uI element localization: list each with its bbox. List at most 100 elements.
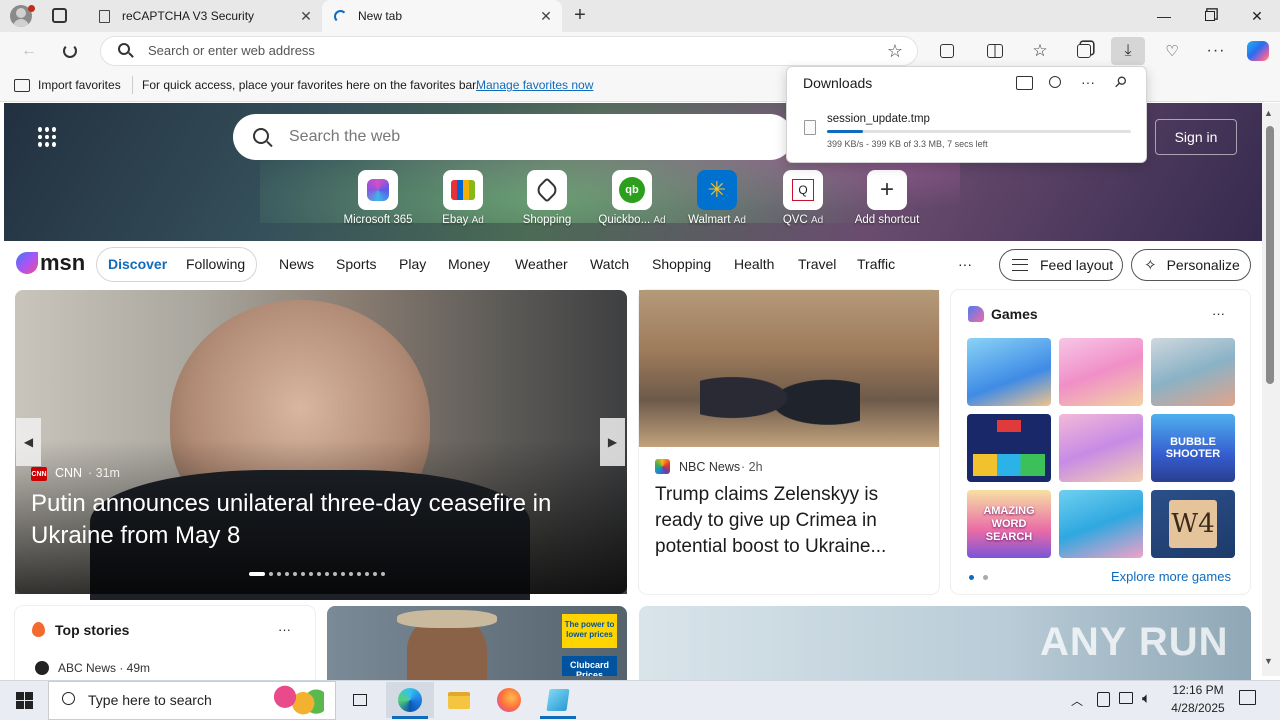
volume-icon[interactable]: 🔈︎ xyxy=(1142,690,1151,707)
apps-launcher-icon[interactable] xyxy=(38,127,58,147)
top-stories-title: Top stories xyxy=(55,622,130,638)
address-input[interactable]: Search or enter web address xyxy=(148,43,315,58)
nav-play[interactable]: Play xyxy=(399,256,426,272)
extensions-icon[interactable] xyxy=(932,38,962,64)
open-folder-icon[interactable] xyxy=(1016,76,1033,90)
downloads-icon[interactable]: ⤓ xyxy=(1111,37,1145,65)
downloads-more-icon[interactable]: ··· xyxy=(1081,74,1095,90)
taskbar-search-input[interactable]: Type here to search xyxy=(88,692,212,708)
nav-watch[interactable]: Watch xyxy=(590,256,629,272)
sign-in-button[interactable]: Sign in xyxy=(1155,119,1237,155)
manage-favorites-link[interactable]: Manage favorites now xyxy=(476,78,593,92)
new-tab-button[interactable]: + xyxy=(568,4,592,28)
nav-more-icon[interactable]: ··· xyxy=(958,256,972,272)
nav-traffic[interactable]: Traffic xyxy=(857,256,895,272)
tab-discover[interactable]: Discover xyxy=(108,256,167,272)
active-app-indicator xyxy=(392,716,428,719)
walmart-icon: ✳ xyxy=(697,170,737,210)
game-tile[interactable] xyxy=(1059,338,1143,406)
firefox-icon[interactable] xyxy=(485,682,533,718)
top-story-source: ABC News · 49m xyxy=(58,661,151,675)
games-more-icon[interactable]: ··· xyxy=(1212,306,1225,321)
nbc-logo-icon xyxy=(655,459,670,474)
network-device-icon[interactable] xyxy=(1097,692,1110,707)
top-stories-more-icon[interactable]: ··· xyxy=(278,622,291,637)
game-tile[interactable] xyxy=(967,338,1051,406)
quickbooks-icon: qb xyxy=(612,170,652,210)
shortcut-walmart[interactable]: ✳ Walmart Ad xyxy=(677,170,757,226)
nav-travel[interactable]: Travel xyxy=(798,256,836,272)
game-tile[interactable] xyxy=(1059,490,1143,558)
nav-money[interactable]: Money xyxy=(448,256,490,272)
main-story-headline[interactable]: Putin announces unilateral three-day cea… xyxy=(31,488,611,552)
notepad-app-icon[interactable] xyxy=(534,682,582,718)
web-search-input[interactable]: Search the web xyxy=(289,128,400,146)
close-tab-icon[interactable]: ✕ xyxy=(538,8,554,24)
game-tile[interactable] xyxy=(1059,414,1143,482)
nav-health[interactable]: Health xyxy=(734,256,774,272)
shortcut-label: Walmart xyxy=(688,214,731,226)
feed-layout-button[interactable]: Feed layout xyxy=(999,249,1123,281)
nav-shopping[interactable]: Shopping xyxy=(652,256,711,272)
tab-actions-icon[interactable] xyxy=(52,8,67,23)
start-button[interactable] xyxy=(0,681,48,720)
download-status: 399 KB/s - 399 KB of 3.3 MB, 7 secs left xyxy=(827,139,988,149)
clock-date[interactable]: 4/28/2025 xyxy=(1165,701,1231,715)
nav-sports[interactable]: Sports xyxy=(336,256,376,272)
shortcut-microsoft365[interactable]: Microsoft 365 xyxy=(338,170,418,226)
more-icon[interactable]: ··· xyxy=(1201,38,1231,64)
import-favorites-link[interactable]: Import favorites xyxy=(38,78,121,92)
game-tile[interactable]: AMAZING WORD SEARCH xyxy=(967,490,1051,558)
shortcut-ebay[interactable]: Ebay Ad xyxy=(423,170,503,226)
favorites-icon[interactable]: ☆ xyxy=(1025,38,1055,64)
back-icon[interactable]: ← xyxy=(14,38,44,64)
split-screen-icon[interactable] xyxy=(980,38,1010,64)
file-explorer-icon[interactable] xyxy=(435,682,483,718)
carousel-prev-button[interactable]: ◀ xyxy=(16,418,41,466)
msn-logo[interactable]: msn xyxy=(16,250,85,276)
tab-recaptcha[interactable]: reCAPTCHA V3 Security ✕ xyxy=(86,0,322,32)
game-tile[interactable]: W4 xyxy=(1151,490,1235,558)
chevron-up-icon[interactable]: ︿ xyxy=(1071,692,1083,709)
personalize-button[interactable]: ✧ Personalize xyxy=(1131,249,1251,281)
copilot-icon[interactable] xyxy=(1243,38,1273,64)
restore-button[interactable] xyxy=(1187,0,1233,32)
task-view-icon[interactable] xyxy=(336,682,384,718)
browser-essentials-icon[interactable]: ♡ xyxy=(1157,38,1187,64)
carousel-next-button[interactable]: ▶ xyxy=(600,418,625,466)
scrollbar-thumb[interactable] xyxy=(1266,126,1274,384)
shortcut-label: Microsoft 365 xyxy=(343,214,413,226)
cnn-logo-icon: CNN xyxy=(31,467,47,481)
ebay-icon xyxy=(443,170,483,210)
collections-icon[interactable] xyxy=(1069,38,1099,64)
minimize-button[interactable]: — xyxy=(1141,0,1187,32)
scroll-up-icon[interactable]: ▲ xyxy=(1264,108,1273,118)
story-photo-figures xyxy=(700,350,860,445)
scroll-down-icon[interactable]: ▼ xyxy=(1264,656,1273,666)
tab-title: New tab xyxy=(358,9,403,23)
loading-stop-icon[interactable] xyxy=(55,38,85,64)
favorite-star-icon[interactable]: ☆ xyxy=(880,38,910,64)
nav-weather[interactable]: Weather xyxy=(515,256,568,272)
shortcut-quickbooks[interactable]: qb Quickbo... Ad xyxy=(592,170,672,226)
story-headline[interactable]: Trump claims Zelenskyy is ready to give … xyxy=(655,482,925,560)
search-downloads-icon[interactable] xyxy=(1049,76,1061,88)
network-icon[interactable] xyxy=(1119,692,1133,704)
game-tile[interactable] xyxy=(967,414,1051,482)
tab-new-tab[interactable]: New tab ✕ xyxy=(322,0,562,32)
download-file-name[interactable]: session_update.tmp xyxy=(827,113,930,125)
game-tile[interactable]: BUBBLE SHOOTER xyxy=(1151,414,1235,482)
tab-following[interactable]: Following xyxy=(186,256,245,272)
edge-taskbar-icon[interactable] xyxy=(386,682,434,718)
shortcut-shopping[interactable]: Shopping xyxy=(507,170,587,226)
add-shortcut-button[interactable]: + Add shortcut xyxy=(847,170,927,226)
explore-more-games-link[interactable]: Explore more games xyxy=(1111,569,1231,584)
clock-time[interactable]: 12:16 PM xyxy=(1169,683,1227,697)
shortcut-label: Shopping xyxy=(522,214,572,226)
game-tile[interactable] xyxy=(1151,338,1235,406)
nav-news[interactable]: News xyxy=(279,256,314,272)
close-tab-icon[interactable]: ✕ xyxy=(298,8,314,24)
close-window-button[interactable]: ✕ xyxy=(1234,0,1280,32)
notification-center-icon[interactable] xyxy=(1239,690,1256,705)
shortcut-qvc[interactable]: Q QVC Ad xyxy=(763,170,843,226)
